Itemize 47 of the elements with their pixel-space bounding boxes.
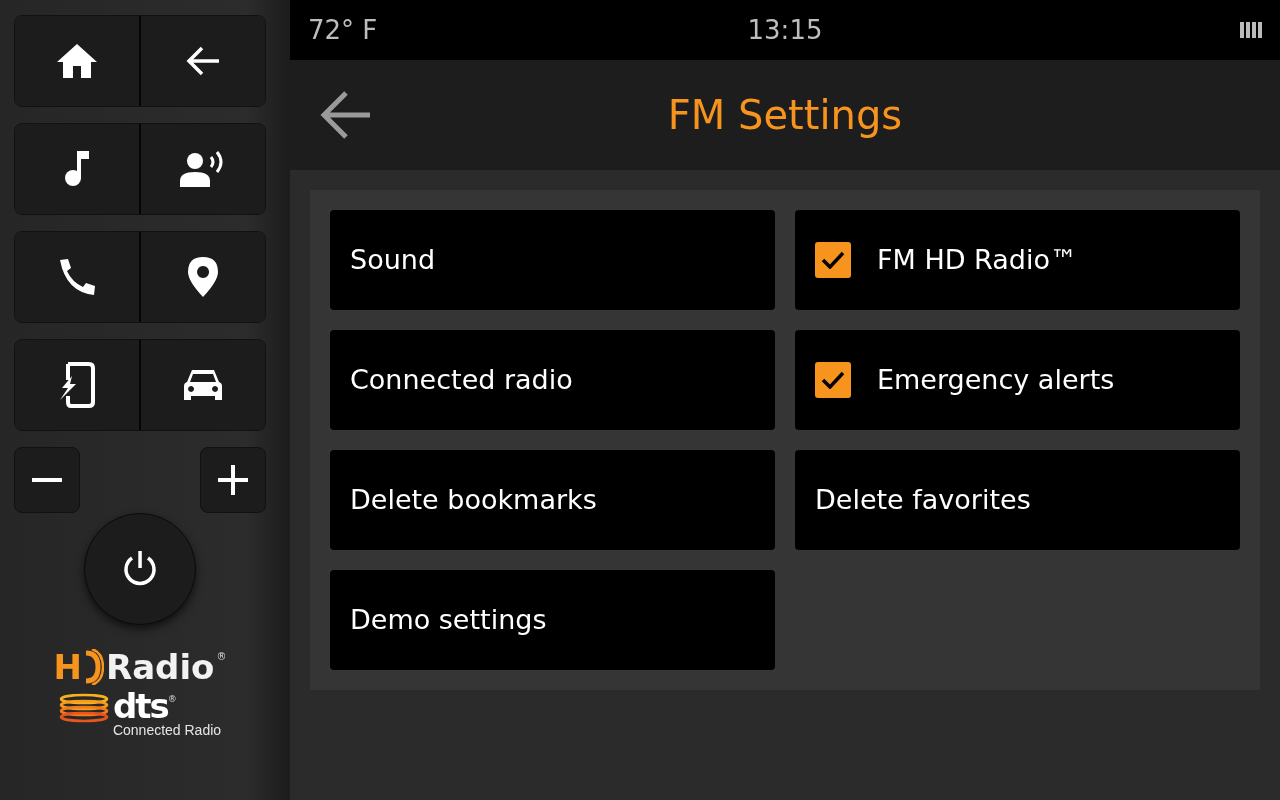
- signal-bars-icon: [1240, 22, 1262, 38]
- checkmark-icon: [821, 251, 845, 269]
- page-title: FM Settings: [667, 91, 903, 140]
- home-button[interactable]: [15, 16, 139, 106]
- setting-label: Emergency alerts: [877, 362, 1115, 397]
- setting-toggle[interactable]: FM HD Radio™: [795, 210, 1240, 310]
- minus-icon: [32, 478, 62, 482]
- phone-button[interactable]: [15, 232, 139, 322]
- volume-down-button[interactable]: [14, 447, 80, 513]
- hd-arcs-icon: [84, 649, 104, 685]
- music-note-icon: [64, 151, 90, 187]
- phone-projection-button[interactable]: [15, 340, 139, 430]
- home-icon: [57, 44, 97, 78]
- checkbox[interactable]: [815, 242, 851, 278]
- dts-rings-icon: [58, 693, 109, 725]
- checkbox[interactable]: [815, 362, 851, 398]
- phone-charge-icon: [58, 362, 96, 408]
- registered-mark: ®: [216, 650, 227, 664]
- clock-label: 13:15: [747, 13, 823, 47]
- map-pin-icon: [188, 257, 218, 297]
- vehicle-button[interactable]: [139, 340, 265, 430]
- car-icon: [184, 368, 222, 402]
- dts-subtitle: Connected Radio: [112, 721, 222, 741]
- setting-button[interactable]: Delete favorites: [795, 450, 1240, 550]
- power-icon: [121, 550, 159, 588]
- navigation-button[interactable]: [139, 232, 265, 322]
- phone-icon: [58, 258, 96, 296]
- dts-logo-text: dts: [112, 693, 168, 721]
- volume-up-button[interactable]: [200, 447, 266, 513]
- back-button[interactable]: [139, 16, 265, 106]
- setting-toggle[interactable]: Emergency alerts: [795, 330, 1240, 430]
- temperature-label: 72° F: [308, 13, 378, 47]
- setting-label: FM HD Radio™: [877, 242, 1077, 277]
- setting-button[interactable]: Delete bookmarks: [330, 450, 775, 550]
- setting-button[interactable]: Demo settings: [330, 570, 775, 670]
- plus-icon: [218, 465, 248, 495]
- hd-radio-logo-text: Radio: [106, 650, 215, 684]
- registered-mark: ®: [167, 694, 177, 704]
- setting-button[interactable]: Connected radio: [330, 330, 775, 430]
- hd-logo-letter: H: [53, 650, 82, 684]
- voice-button[interactable]: [139, 124, 265, 214]
- back-arrow-icon: [320, 91, 372, 139]
- checkmark-icon: [821, 371, 845, 389]
- setting-button[interactable]: Sound: [330, 210, 775, 310]
- back-arrow-icon: [186, 46, 220, 76]
- back-button[interactable]: [320, 91, 372, 139]
- music-button[interactable]: [15, 124, 139, 214]
